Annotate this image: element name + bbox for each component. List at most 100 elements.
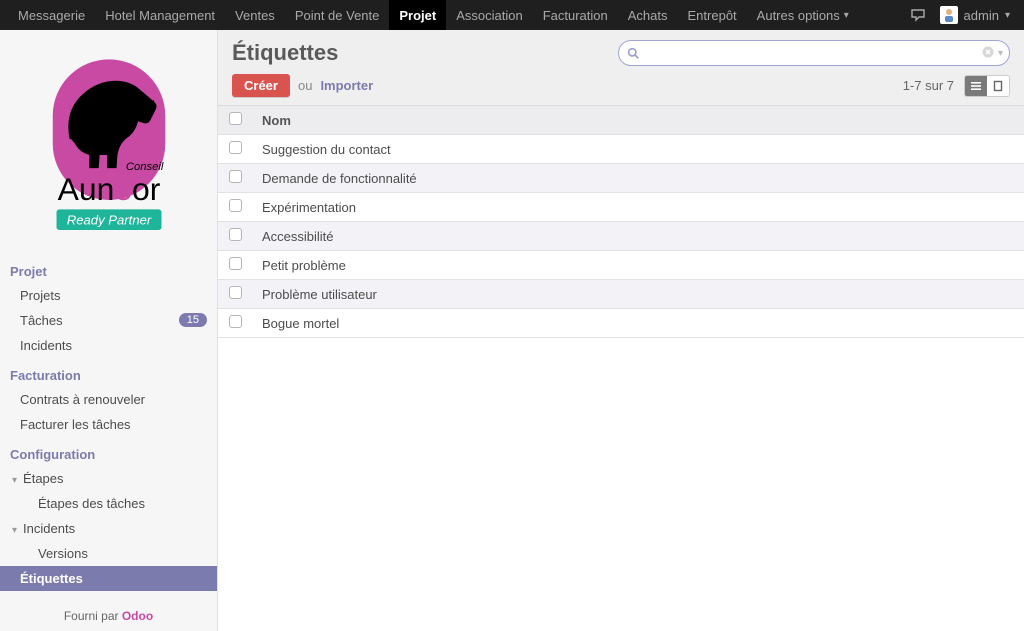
row-checkbox[interactable] xyxy=(229,286,242,299)
sidebar-item-facturer-taches[interactable]: Facturer les tâches xyxy=(0,412,217,437)
sidebar-section-configuration: Configuration ▾Étapes Étapes des tâches … xyxy=(0,439,217,593)
caret-down-icon: ▾ xyxy=(1005,10,1010,21)
search-input[interactable] xyxy=(646,45,980,62)
badge-count: 15 xyxy=(179,313,207,327)
content-header-row1: Étiquettes ▾ xyxy=(232,40,1010,66)
pager: 1-7 sur 7 xyxy=(903,78,954,93)
cell-nom: Expérimentation xyxy=(252,193,1024,222)
sidebar-item-conf-incidents[interactable]: ▾Incidents xyxy=(0,516,217,541)
menu-projet[interactable]: Projet xyxy=(389,0,446,30)
sidebar-item-label: ▾Incidents xyxy=(12,521,75,536)
row-checkbox[interactable] xyxy=(229,228,242,241)
sidebar-header-configuration[interactable]: Configuration xyxy=(0,441,217,466)
row-checkbox[interactable] xyxy=(229,257,242,270)
view-form-button[interactable] xyxy=(987,76,1009,96)
cell-nom: Petit problème xyxy=(252,251,1024,280)
or-label: ou xyxy=(298,78,312,93)
sidebar-item-contrats[interactable]: Contrats à renouveler xyxy=(0,387,217,412)
sidebar-item-text: Étapes xyxy=(23,471,63,486)
action-bar: Créer ou Importer xyxy=(232,74,373,97)
powered-by-prefix: Fourni par xyxy=(64,609,122,623)
select-all-checkbox[interactable] xyxy=(229,112,242,125)
sidebar-item-label: Facturer les tâches xyxy=(20,417,131,432)
sidebar-section-projet: Projet Projets Tâches 15 Incidents xyxy=(0,256,217,360)
avatar xyxy=(940,6,958,24)
user-name: admin xyxy=(964,8,999,23)
select-all-cell xyxy=(218,106,252,135)
table-row[interactable]: Demande de fonctionnalité xyxy=(218,164,1024,193)
search-options-icon[interactable]: ▾ xyxy=(998,48,1003,59)
table-header-row: Nom xyxy=(218,106,1024,135)
sidebar-item-etiquettes[interactable]: Étiquettes xyxy=(0,566,217,591)
search-icon xyxy=(627,47,640,60)
sidebar-header-projet[interactable]: Projet xyxy=(0,258,217,283)
table-row[interactable]: Suggestion du contact xyxy=(218,135,1024,164)
sidebar-item-label: Contrats à renouveler xyxy=(20,392,145,407)
menu-autres-options[interactable]: Autres options ▾ xyxy=(747,0,859,30)
cell-nom: Accessibilité xyxy=(252,222,1024,251)
chevron-down-icon: ▾ xyxy=(12,525,17,536)
row-checkbox[interactable] xyxy=(229,170,242,183)
table-row[interactable]: Accessibilité xyxy=(218,222,1024,251)
search-box[interactable]: ▾ xyxy=(618,40,1010,66)
column-header-nom[interactable]: Nom xyxy=(252,106,1024,135)
topbar-spacer xyxy=(859,0,910,30)
import-link[interactable]: Importer xyxy=(320,78,373,93)
content-header: Étiquettes ▾ Créer xyxy=(218,30,1024,106)
svg-text:Ready Partner: Ready Partner xyxy=(66,212,151,227)
sidebar-item-label: Étapes des tâches xyxy=(38,496,145,511)
sidebar-header-facturation[interactable]: Facturation xyxy=(0,362,217,387)
menu-achats[interactable]: Achats xyxy=(618,0,678,30)
sidebar-item-projets[interactable]: Projets xyxy=(0,283,217,308)
menu-entrepot[interactable]: Entrepôt xyxy=(678,0,747,30)
cell-nom: Suggestion du contact xyxy=(252,135,1024,164)
menu-facturation[interactable]: Facturation xyxy=(533,0,618,30)
sidebar-item-taches[interactable]: Tâches 15 xyxy=(0,308,217,333)
search-container: ▾ xyxy=(618,40,1010,66)
logo: Conseil Aunéor Ready Partner xyxy=(0,50,217,238)
menu-autres-options-label: Autres options xyxy=(757,8,840,23)
sidebar-item-label: Projets xyxy=(20,288,60,303)
powered-by: Fourni par Odoo xyxy=(0,593,217,623)
topbar: Messagerie Hotel Management Ventes Point… xyxy=(0,0,1024,30)
user-menu[interactable]: admin ▾ xyxy=(940,6,1010,24)
table-row[interactable]: Petit problème xyxy=(218,251,1024,280)
sidebar-item-incidents[interactable]: Incidents xyxy=(0,333,217,358)
sidebar-item-label: Tâches xyxy=(20,313,63,328)
svg-text:Aunéor: Aunéor xyxy=(57,171,160,207)
table-row[interactable]: Bogue mortel xyxy=(218,309,1024,338)
topbar-right: admin ▾ xyxy=(910,0,1016,30)
sidebar-item-etapes[interactable]: ▾ Étapes xyxy=(0,466,217,491)
sidebar-section-facturation: Facturation Contrats à renouveler Factur… xyxy=(0,360,217,439)
messaging-icon[interactable] xyxy=(910,7,926,23)
cell-nom: Demande de fonctionnalité xyxy=(252,164,1024,193)
powered-by-link[interactable]: Odoo xyxy=(122,609,153,623)
menu-hotel-management[interactable]: Hotel Management xyxy=(95,0,225,30)
sidebar-item-label: ▾ Étapes xyxy=(12,471,64,486)
chevron-down-icon: ▾ xyxy=(12,475,17,486)
main-layout: Conseil Aunéor Ready Partner Projet Proj… xyxy=(0,30,1024,631)
row-checkbox[interactable] xyxy=(229,141,242,154)
menu-messagerie[interactable]: Messagerie xyxy=(8,0,95,30)
row-checkbox[interactable] xyxy=(229,199,242,212)
page-title: Étiquettes xyxy=(232,40,338,66)
sidebar-item-label: Incidents xyxy=(20,338,72,353)
table-row[interactable]: Expérimentation xyxy=(218,193,1024,222)
sidebar-item-etapes-taches[interactable]: Étapes des tâches xyxy=(0,491,217,516)
menu-ventes[interactable]: Ventes xyxy=(225,0,285,30)
cell-nom: Problème utilisateur xyxy=(252,280,1024,309)
row-checkbox[interactable] xyxy=(229,315,242,328)
caret-down-icon: ▾ xyxy=(844,10,849,21)
menu-point-de-vente[interactable]: Point de Vente xyxy=(285,0,390,30)
view-switcher xyxy=(964,75,1010,97)
content-header-right: 1-7 sur 7 xyxy=(903,75,1010,97)
sidebar-item-versions[interactable]: Versions xyxy=(0,541,217,566)
clear-search-icon[interactable] xyxy=(982,46,994,61)
create-button[interactable]: Créer xyxy=(232,74,290,97)
menu-association[interactable]: Association xyxy=(446,0,532,30)
sidebar-item-label: Versions xyxy=(38,546,88,561)
table-row[interactable]: Problème utilisateur xyxy=(218,280,1024,309)
data-table: Nom Suggestion du contact Demande de fon… xyxy=(218,106,1024,338)
brand-logo-icon: Conseil Aunéor Ready Partner xyxy=(34,50,184,238)
view-list-button[interactable] xyxy=(965,76,987,96)
